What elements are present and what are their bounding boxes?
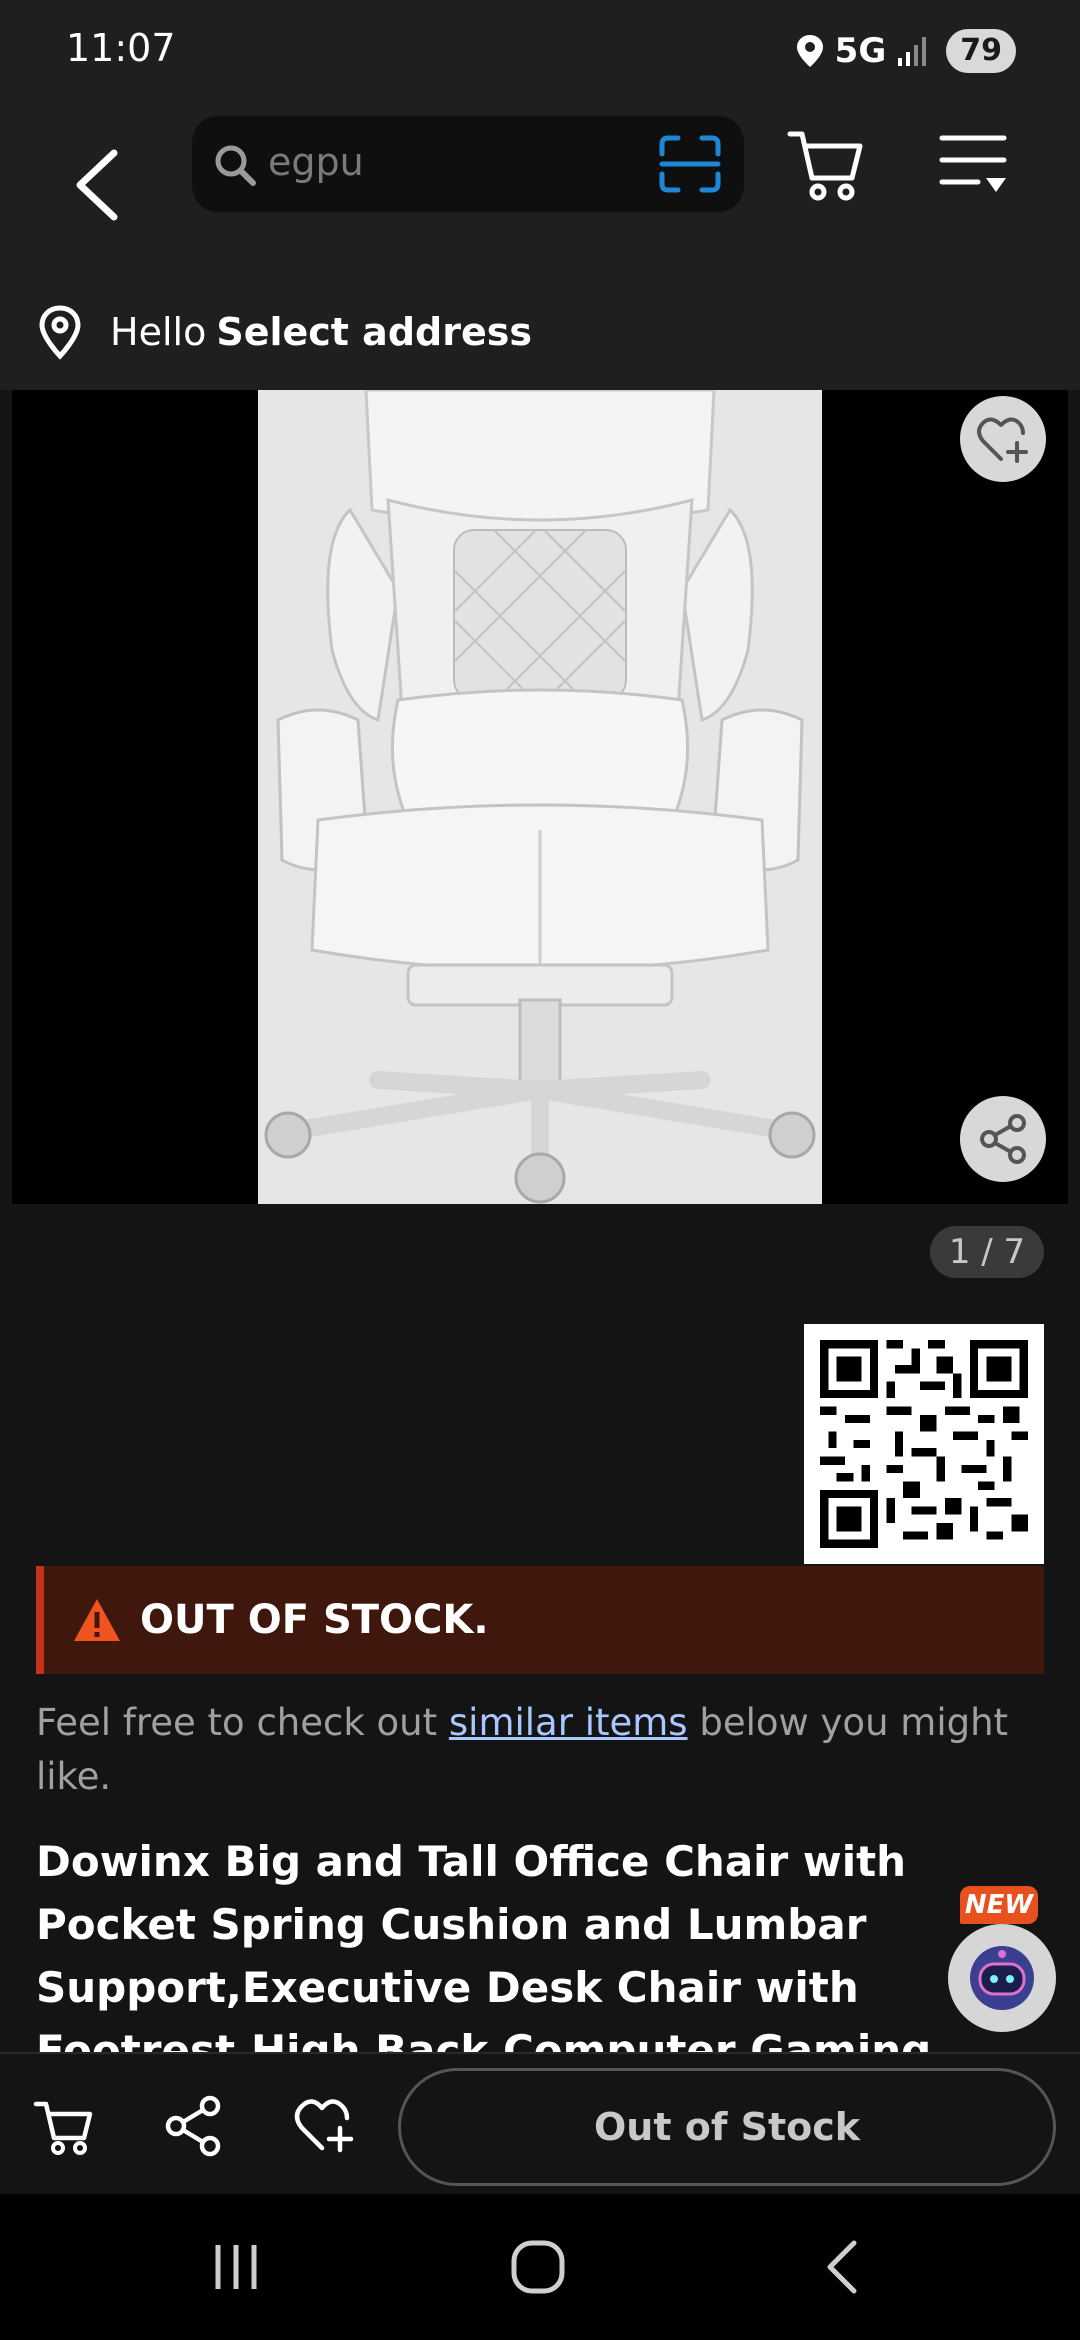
header: egpu Hello Select address <box>0 100 1080 390</box>
location-icon <box>796 35 823 67</box>
share-image-button[interactable] <box>960 1096 1046 1182</box>
out-of-stock-banner: OUT OF STOCK. <box>36 1566 1044 1674</box>
bottom-action-bar: Out of Stock <box>0 2052 1080 2194</box>
select-address-link[interactable]: Select address <box>216 310 532 354</box>
out-of-stock-button[interactable]: Out of Stock <box>398 2068 1056 2186</box>
system-back-icon <box>827 2240 857 2294</box>
status-time: 11:07 <box>66 26 176 70</box>
wishlist-icon[interactable] <box>292 2094 356 2158</box>
heart-plus-icon <box>977 417 1028 463</box>
product-gallery[interactable] <box>12 390 1068 1204</box>
share-icon <box>980 1114 1026 1164</box>
home-icon <box>511 2240 565 2294</box>
similar-items-note: Feel free to check out similar items bel… <box>36 1696 1046 1804</box>
product-title: Dowinx Big and Tall Office Chair with Po… <box>36 1837 932 2052</box>
note-prefix: Feel free to check out <box>36 1701 449 1744</box>
system-nav-bar <box>0 2194 1080 2340</box>
assistant-button[interactable] <box>948 1924 1056 2032</box>
out-of-stock-text: OUT OF STOCK. <box>140 1597 489 1643</box>
address-selector[interactable]: Hello Select address <box>36 300 532 364</box>
system-back-button[interactable] <box>802 2234 882 2300</box>
search-input[interactable]: egpu <box>268 140 364 184</box>
address-greeting: Hello <box>110 310 207 354</box>
back-arrow-icon <box>76 149 118 221</box>
similar-items-link[interactable]: similar items <box>449 1701 688 1744</box>
robot-icon <box>970 1946 1034 2010</box>
office-chair-illustration <box>258 390 822 1204</box>
share-icon[interactable] <box>162 2094 226 2158</box>
search-icon <box>215 145 256 186</box>
scan-icon[interactable] <box>658 134 722 194</box>
add-to-cart-icon[interactable] <box>32 2094 96 2158</box>
menu-icon[interactable] <box>938 128 1010 200</box>
recent-apps-button[interactable] <box>196 2234 276 2300</box>
qr-code-pattern <box>820 1340 1028 1548</box>
search-box[interactable]: egpu <box>192 116 744 212</box>
cart-icon[interactable] <box>786 124 866 204</box>
add-to-wishlist-button[interactable] <box>960 396 1046 482</box>
product-image[interactable] <box>258 390 822 1204</box>
back-button[interactable] <box>52 120 142 250</box>
status-bar: 11:07 5G 79 <box>0 0 1080 100</box>
image-counter: 1 / 7 <box>930 1226 1044 1278</box>
status-icons: 5G 79 <box>795 28 1016 74</box>
recent-apps-icon <box>215 2245 257 2289</box>
new-badge: NEW <box>960 1886 1038 1924</box>
signal-icon <box>898 37 927 66</box>
warning-icon <box>74 1599 120 1641</box>
battery-indicator: 79 <box>946 29 1016 73</box>
location-pin-icon <box>39 305 81 360</box>
home-button[interactable] <box>498 2234 578 2300</box>
network-type: 5G <box>834 31 887 71</box>
qr-code <box>804 1324 1044 1564</box>
